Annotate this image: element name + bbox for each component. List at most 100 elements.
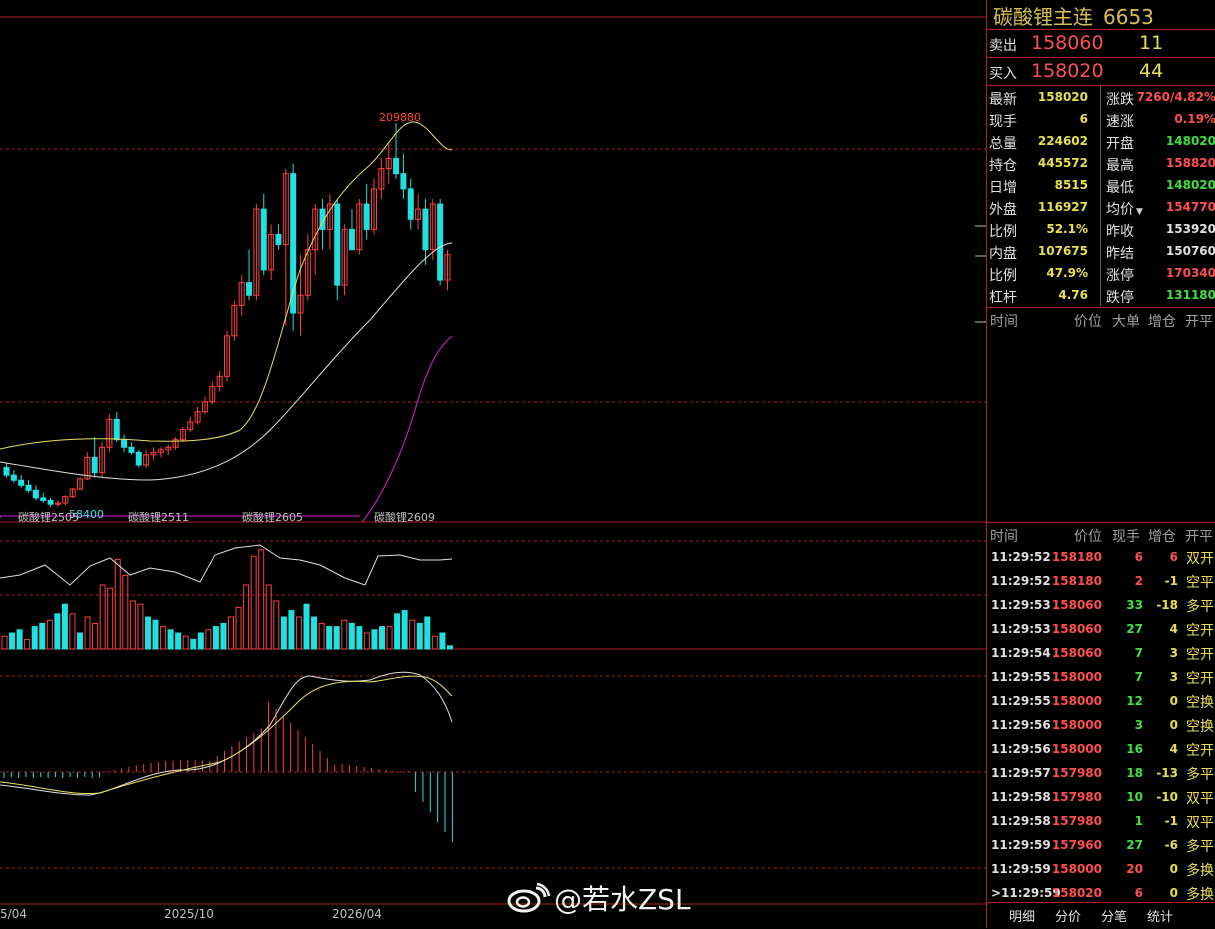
- ask-row[interactable]: 卖出 158060 11: [987, 29, 1215, 58]
- volume-bar: [379, 626, 385, 650]
- volume-bar: [46, 619, 53, 650]
- trade-row[interactable]: 11:29:54 158060 7 3 空开: [987, 641, 1215, 665]
- quote-row: 外盘 116927 均价 ▼ 154770: [987, 197, 1215, 219]
- trade-price: 158000: [1051, 670, 1102, 684]
- quote-field-value: 47.9%: [1046, 266, 1088, 280]
- trade-type: 多平: [1186, 599, 1214, 615]
- trade-type: 空平: [1186, 575, 1214, 591]
- macd-dea-line: [0, 675, 453, 795]
- contract-label-2609: 碳酸锂2609: [374, 511, 435, 524]
- trade-oi-change: 0: [1169, 886, 1178, 900]
- volume-bar: [341, 619, 348, 650]
- quote-field-label: 昨收: [1106, 224, 1134, 240]
- header-oi-change: 增仓: [1148, 529, 1176, 545]
- volume-bar: [212, 626, 219, 650]
- bid-row[interactable]: 买入 158020 44: [987, 57, 1215, 86]
- trade-time: 11:29:56: [991, 718, 1051, 732]
- open-interest-line: [0, 544, 453, 586]
- quote-field-label: 比例: [989, 268, 1017, 284]
- trade-type: 空开: [1186, 623, 1214, 639]
- trade-time: 11:29:53: [991, 622, 1051, 636]
- trade-oi-change: -18: [1156, 598, 1178, 612]
- volume-bar: [129, 600, 136, 650]
- volume-bar: [31, 626, 38, 650]
- kline-chart-svg[interactable]: [0, 0, 986, 928]
- trade-row[interactable]: 11:29:58 157980 10 -10 双平: [987, 785, 1215, 809]
- volume-bar: [250, 555, 257, 650]
- quote-field-label: 速涨: [1106, 114, 1134, 130]
- trade-row[interactable]: 11:29:53 158060 33 -18 多平: [987, 593, 1215, 617]
- tab-detail[interactable]: 明细: [1009, 906, 1035, 925]
- trade-volume: 7: [1134, 670, 1143, 684]
- volume-bar: [371, 629, 378, 650]
- trade-type: 多换: [1186, 887, 1214, 903]
- trade-type: 双开: [1186, 551, 1214, 567]
- trade-price: 158000: [1051, 718, 1102, 732]
- tab-statistics[interactable]: 统计: [1147, 906, 1173, 925]
- candlestick-body: [10, 474, 17, 481]
- quote-field-label: 涨跌: [1106, 92, 1134, 108]
- tab-tick[interactable]: 分笔: [1101, 906, 1127, 925]
- moving-average-line: [0, 242, 453, 481]
- trade-volume: 6: [1134, 550, 1143, 564]
- trade-row[interactable]: 11:29:55 158000 7 3 空开: [987, 665, 1215, 689]
- trade-row[interactable]: 11:29:58 157980 1 -1 双平: [987, 809, 1215, 833]
- quote-field-label: 杠杆: [989, 290, 1017, 306]
- trade-row[interactable]: 11:29:59 158000 20 0 多换: [987, 857, 1215, 881]
- trade-price: 158000: [1051, 742, 1102, 756]
- big-order-header: 时间 价位 大单 增仓 开平: [987, 309, 1215, 331]
- trade-volume: 20: [1126, 862, 1143, 876]
- volume-bar: [182, 635, 189, 650]
- quote-field-label: 日增: [989, 180, 1017, 196]
- quote-field-value: 6: [1079, 112, 1088, 126]
- trade-oi-change: -1: [1164, 574, 1178, 588]
- volume-bar: [92, 622, 99, 650]
- trade-price: 158000: [1051, 694, 1102, 708]
- trade-row[interactable]: 11:29:52 158180 6 6 双开: [987, 545, 1215, 569]
- volume-bar: [39, 622, 46, 650]
- trade-row[interactable]: 11:29:57 157980 18 -13 多平: [987, 761, 1215, 785]
- volume-bar: [24, 638, 31, 650]
- volume-bar: [160, 626, 167, 650]
- trade-row[interactable]: 11:29:53 158060 27 4 空开: [987, 617, 1215, 641]
- quote-field-value: 148020: [1165, 134, 1215, 148]
- volume-bar: [228, 616, 234, 650]
- contract-label-2505: 碳酸锂2505: [18, 511, 79, 524]
- trade-type: 双平: [1186, 815, 1214, 831]
- kline-chart-area[interactable]: 209880 58400 碳酸锂2505 碳酸锂2511 碳酸锂2605 碳酸锂…: [0, 0, 986, 928]
- volume-bar: [431, 635, 438, 650]
- volume-bar: [416, 622, 423, 650]
- candlestick-body: [3, 467, 10, 476]
- candlestick-body: [275, 233, 282, 246]
- quote-field-label: 均价 ▼: [1106, 202, 1143, 218]
- quote-field-label: 最低: [1106, 180, 1134, 196]
- volume-bar: [280, 616, 287, 650]
- quote-field-value: 154770: [1165, 200, 1215, 214]
- quote-field-label: 总量: [989, 136, 1017, 152]
- volume-bar: [54, 613, 61, 650]
- dropdown-arrow-icon[interactable]: ▼: [1136, 207, 1143, 217]
- instrument-title[interactable]: 碳酸锂主连 6653: [993, 1, 1154, 30]
- candlestick-body: [260, 208, 267, 271]
- tab-price-distribution[interactable]: 分价: [1055, 906, 1081, 925]
- trade-row[interactable]: 11:29:56 158000 3 0 空换: [987, 713, 1215, 737]
- candlestick-body: [128, 446, 135, 453]
- volume-bar: [356, 626, 363, 650]
- trade-type: 空开: [1186, 743, 1214, 759]
- trade-row[interactable]: 11:29:52 158180 2 -1 空平: [987, 569, 1215, 593]
- trade-oi-change: -1: [1164, 814, 1178, 828]
- candlestick-body: [393, 157, 400, 175]
- trade-row[interactable]: 11:29:55 158000 12 0 空换: [987, 689, 1215, 713]
- candlestick-body: [32, 489, 39, 499]
- trade-price: 157980: [1051, 790, 1102, 804]
- trade-row[interactable]: 11:29:56 158000 16 4 空开: [987, 737, 1215, 761]
- panel-tabs: 明细 分价 分笔 统计: [987, 902, 1215, 929]
- candlestick-body: [47, 499, 54, 505]
- trade-row[interactable]: 11:29:59 157960 27 -6 多平: [987, 833, 1215, 857]
- quote-row: 内盘 107675 昨结 150760: [987, 241, 1215, 263]
- trade-price: 158020: [1051, 886, 1102, 900]
- volume-bar: [439, 632, 446, 650]
- candlestick-body: [91, 456, 98, 474]
- trade-type: 双平: [1186, 791, 1214, 807]
- candlestick-body: [25, 484, 32, 491]
